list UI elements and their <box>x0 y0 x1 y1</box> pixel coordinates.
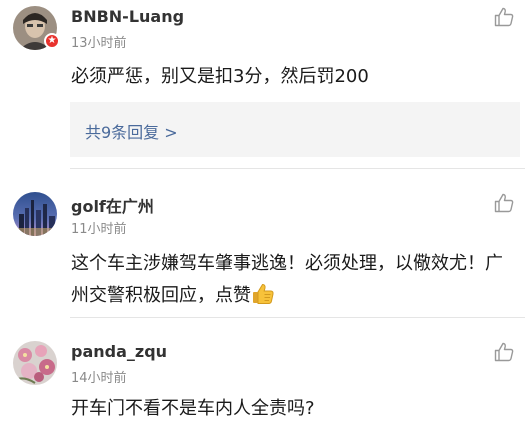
comment-text: 必须严惩，别又是扣3分，然后罚200 <box>71 66 369 87</box>
verified-badge-icon: ★ <box>44 33 60 49</box>
comment-timestamp: 13小时前 <box>71 36 127 51</box>
comment-item: ★ BNBN-Luang 13小时前 必须严惩，别又是扣3分，然后罚200 共9… <box>0 0 525 168</box>
view-replies-link[interactable]: 共9条回复 > <box>85 119 178 143</box>
comment-username[interactable]: BNBN-Luang <box>71 7 184 26</box>
user-avatar[interactable] <box>13 341 57 385</box>
thumbs-up-icon[interactable] <box>493 341 515 363</box>
comment-username[interactable]: golf在广州 <box>71 193 154 217</box>
thumbs-up-icon[interactable] <box>493 192 515 214</box>
thumbs-up-icon[interactable] <box>493 6 515 28</box>
thumbs-up-emoji <box>253 283 274 304</box>
comment-item: panda_zqu 14小时前 开车门不看不是车内人全责吗? <box>0 318 525 425</box>
replies-panel[interactable]: 共9条回复 > <box>70 102 520 157</box>
comment-item: golf在广州 11小时前 这个车主涉嫌驾车肇事逃逸！必须处理，以儆效尤！广州交… <box>0 169 525 317</box>
user-avatar[interactable] <box>13 192 57 236</box>
comment-timestamp: 14小时前 <box>71 371 127 386</box>
comment-text: 这个车主涉嫌驾车肇事逃逸！必须处理，以儆效尤！广州交警积极回应，点赞 <box>71 248 511 312</box>
comment-username[interactable]: panda_zqu <box>71 342 167 361</box>
comment-text-content: 这个车主涉嫌驾车肇事逃逸！必须处理，以儆效尤！广州交警积极回应，点赞 <box>71 253 503 306</box>
comment-timestamp: 11小时前 <box>71 222 127 237</box>
comment-text: 开车门不看不是车内人全责吗? <box>71 398 315 419</box>
